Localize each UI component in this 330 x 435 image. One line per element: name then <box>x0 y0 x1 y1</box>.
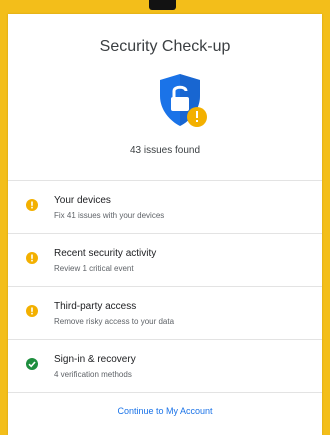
continue-to-account-link[interactable]: Continue to My Account <box>8 406 322 416</box>
page-title: Security Check-up <box>99 38 231 55</box>
item-subtitle: Review 1 critical event <box>54 264 134 273</box>
item-title: Recent security activity <box>54 248 157 259</box>
divider <box>8 392 322 393</box>
item-subtitle: Remove risky access to your data <box>54 317 175 326</box>
warning-status-icon <box>26 305 38 317</box>
list-item-your-devices[interactable]: Your devices Fix 41 issues with your dev… <box>8 181 322 233</box>
list-item-sign-in-recovery[interactable]: Sign-in & recovery 4 verification method… <box>8 340 322 392</box>
item-title: Sign-in & recovery <box>54 354 136 365</box>
top-frame <box>0 0 330 14</box>
item-title: Third-party access <box>54 301 137 312</box>
item-subtitle: Fix 41 issues with your devices <box>54 211 165 220</box>
item-subtitle: 4 verification methods <box>54 370 132 379</box>
card-header: Security Check-up 43 issues found <box>8 14 322 180</box>
list-item-third-party-access[interactable]: Third-party access Remove risky access t… <box>8 287 322 339</box>
top-notch <box>149 0 176 10</box>
shield-unlock-warning-icon <box>152 72 208 132</box>
warning-status-icon <box>26 199 38 211</box>
security-checkup-card: Security Check-up 43 issues found Your d… <box>8 14 322 435</box>
warning-status-icon <box>26 252 38 264</box>
item-title: Your devices <box>54 195 111 206</box>
issues-summary: 43 issues found <box>129 145 201 156</box>
list-item-recent-security-activity[interactable]: Recent security activity Review 1 critic… <box>8 234 322 286</box>
check-status-icon <box>26 358 38 370</box>
